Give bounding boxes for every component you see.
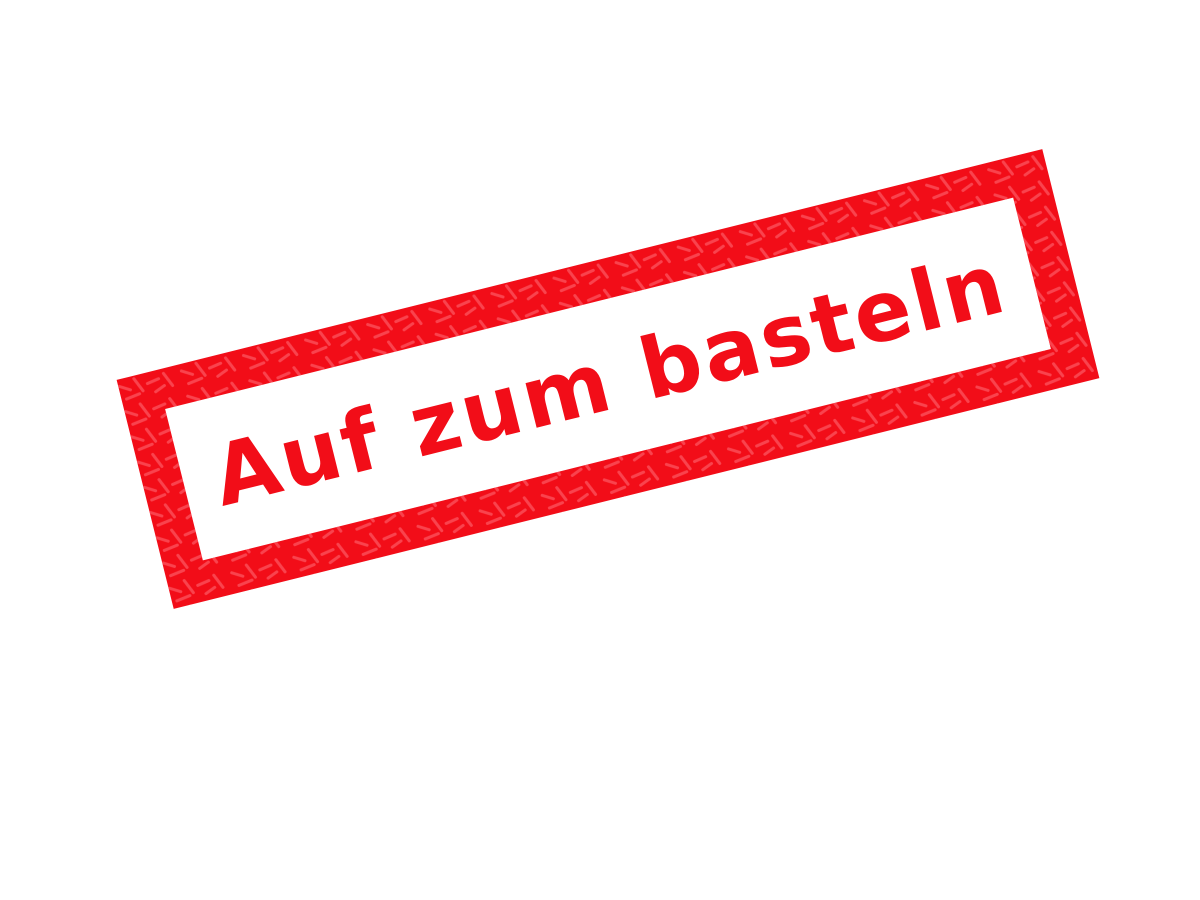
stamp-frame-texture [116,149,1100,609]
rubber-stamp-icon: Auf zum basteln [116,149,1100,609]
canvas: Auf zum basteln [0,0,1200,900]
stamp: Auf zum basteln [116,149,1100,609]
